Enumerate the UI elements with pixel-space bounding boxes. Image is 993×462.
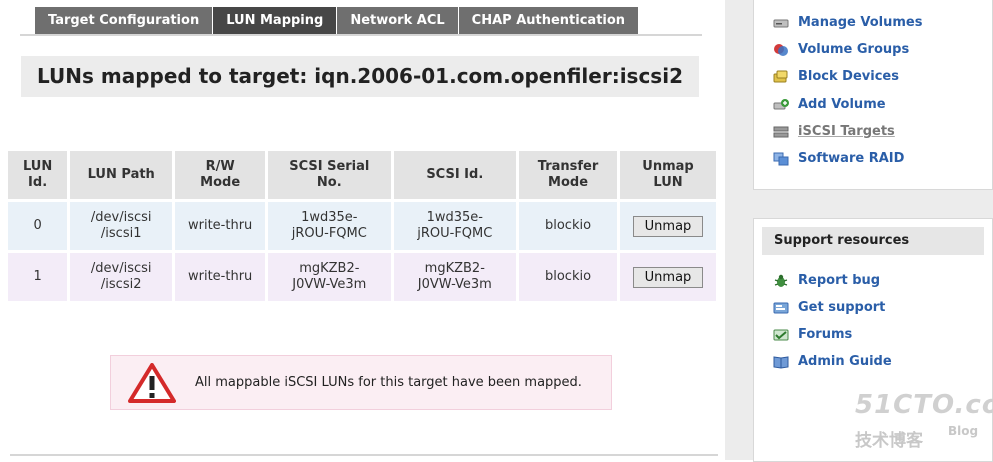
cell-scsi-serial: mgKZB2- J0VW-Ve3m xyxy=(268,253,391,301)
table-row: 0 /dev/iscsi/iscsi1 write-thru 1wd35e-jR… xyxy=(8,202,716,250)
sidebar-item-label: Software RAID xyxy=(798,151,905,166)
software-raid-icon xyxy=(773,152,789,165)
sidebar-item-label: Admin Guide xyxy=(798,354,892,369)
support-panel-title: Support resources xyxy=(762,227,984,255)
header-rw-mode: R/W Mode xyxy=(175,151,266,199)
header-lun-id: LUN Id. xyxy=(8,151,68,199)
sidebar-item-label: Forums xyxy=(798,327,853,342)
cell-transfer-mode: blockio xyxy=(519,253,618,301)
unmap-button[interactable]: Unmap xyxy=(633,215,703,237)
header-unmap-lun: Unmap LUN xyxy=(620,151,716,199)
warning-triangle-icon xyxy=(128,363,176,403)
cell-unmap: Unmap xyxy=(620,253,716,301)
watermark-cn: 技术博客 xyxy=(855,431,923,451)
book-icon xyxy=(773,355,789,369)
header-scsi-serial: SCSI Serial No. xyxy=(268,151,391,199)
sidebar-item-forums[interactable]: Forums xyxy=(773,327,852,342)
cell-scsi-id: mgKZB2- J0VW-Ve3m xyxy=(393,253,517,301)
sidebar-item-software-raid[interactable]: Software RAID xyxy=(773,151,904,166)
cell-lun-id: 0 xyxy=(8,202,68,250)
page-title: LUNs mapped to target: iqn.2006-01.com.o… xyxy=(21,56,699,97)
cell-lun-id: 1 xyxy=(8,253,68,301)
notice-box: All mappable iSCSI LUNs for this target … xyxy=(110,355,612,410)
unmap-button[interactable]: Unmap xyxy=(633,266,703,288)
sidebar-item-label: Volume Groups xyxy=(798,42,910,57)
drive-icon xyxy=(773,19,789,27)
notice-text: All mappable iSCSI LUNs for this target … xyxy=(195,375,582,390)
support-icon xyxy=(773,302,789,313)
tab-network-acl[interactable]: Network ACL xyxy=(337,7,459,34)
header-scsi-id: SCSI Id. xyxy=(393,151,517,199)
cell-unmap: Unmap xyxy=(620,202,716,250)
forums-icon xyxy=(773,329,789,340)
cell-transfer-mode: blockio xyxy=(519,202,618,250)
table-row: 1 /dev/iscsi/iscsi2 write-thru mgKZB2- J0… xyxy=(8,253,716,301)
tab-lun-mapping[interactable]: LUN Mapping xyxy=(213,7,338,34)
sidebar-item-get-support[interactable]: Get support xyxy=(773,300,885,315)
sidebar-item-label: Manage Volumes xyxy=(798,15,923,30)
sidebar-item-report-bug[interactable]: Report bug xyxy=(773,273,880,288)
block-devices-icon xyxy=(773,70,788,82)
sidebar-item-label: iSCSI Targets xyxy=(798,124,895,139)
sidebar-item-label: Add Volume xyxy=(798,97,886,112)
cell-rw-mode: write-thru xyxy=(175,202,266,250)
tab-chap-authentication[interactable]: CHAP Authentication xyxy=(458,7,640,34)
watermark: 51CTO.com 技术博客 Blog xyxy=(855,390,993,451)
sidebar-item-admin-guide[interactable]: Admin Guide xyxy=(773,354,892,369)
cell-lun-path: /dev/iscsi/iscsi1 xyxy=(70,202,173,250)
sidebar-item-label: Block Devices xyxy=(798,69,899,84)
cell-rw-mode: write-thru xyxy=(175,253,266,301)
sidebar-item-iscsi-targets[interactable]: iSCSI Targets xyxy=(773,124,895,139)
tab-target-configuration[interactable]: Target Configuration xyxy=(35,7,214,34)
cell-lun-path: /dev/iscsi/iscsi2 xyxy=(70,253,173,301)
sidebar-item-volume-groups[interactable]: Volume Groups xyxy=(773,42,909,57)
cell-scsi-id: 1wd35e-jROU-FQMC xyxy=(393,202,517,250)
main-content: Target Configuration LUN Mapping Network… xyxy=(0,0,725,460)
volumes-panel: Manage Volumes Volume Groups Block Devic… xyxy=(753,0,993,190)
sidebar-item-block-devices[interactable]: Block Devices xyxy=(773,69,899,84)
table-header-row: LUN Id. LUN Path R/W Mode SCSI Serial No. S… xyxy=(8,151,716,199)
tab-underline xyxy=(20,34,702,36)
add-volume-icon xyxy=(773,98,789,109)
bug-icon xyxy=(774,274,788,287)
volume-groups-icon xyxy=(774,43,788,56)
watermark-site: 51CTO.com xyxy=(855,390,993,420)
lun-table: LUN Id. LUN Path R/W Mode SCSI Serial No. S… xyxy=(5,148,719,304)
watermark-blog: Blog xyxy=(948,424,979,438)
header-transfer-mode: Transfer Mode xyxy=(519,151,618,199)
sidebar-item-add-volume[interactable]: Add Volume xyxy=(773,97,886,112)
iscsi-targets-icon xyxy=(773,126,789,137)
sidebar-item-manage-volumes[interactable]: Manage Volumes xyxy=(773,15,922,30)
header-lun-path: LUN Path xyxy=(70,151,173,199)
sidebar-item-label: Report bug xyxy=(798,273,881,288)
tab-bar: Target Configuration LUN Mapping Network… xyxy=(35,7,640,34)
sidebar-item-label: Get support xyxy=(798,300,886,315)
divider xyxy=(10,454,718,456)
cell-scsi-serial: 1wd35e-jROU-FQMC xyxy=(268,202,391,250)
